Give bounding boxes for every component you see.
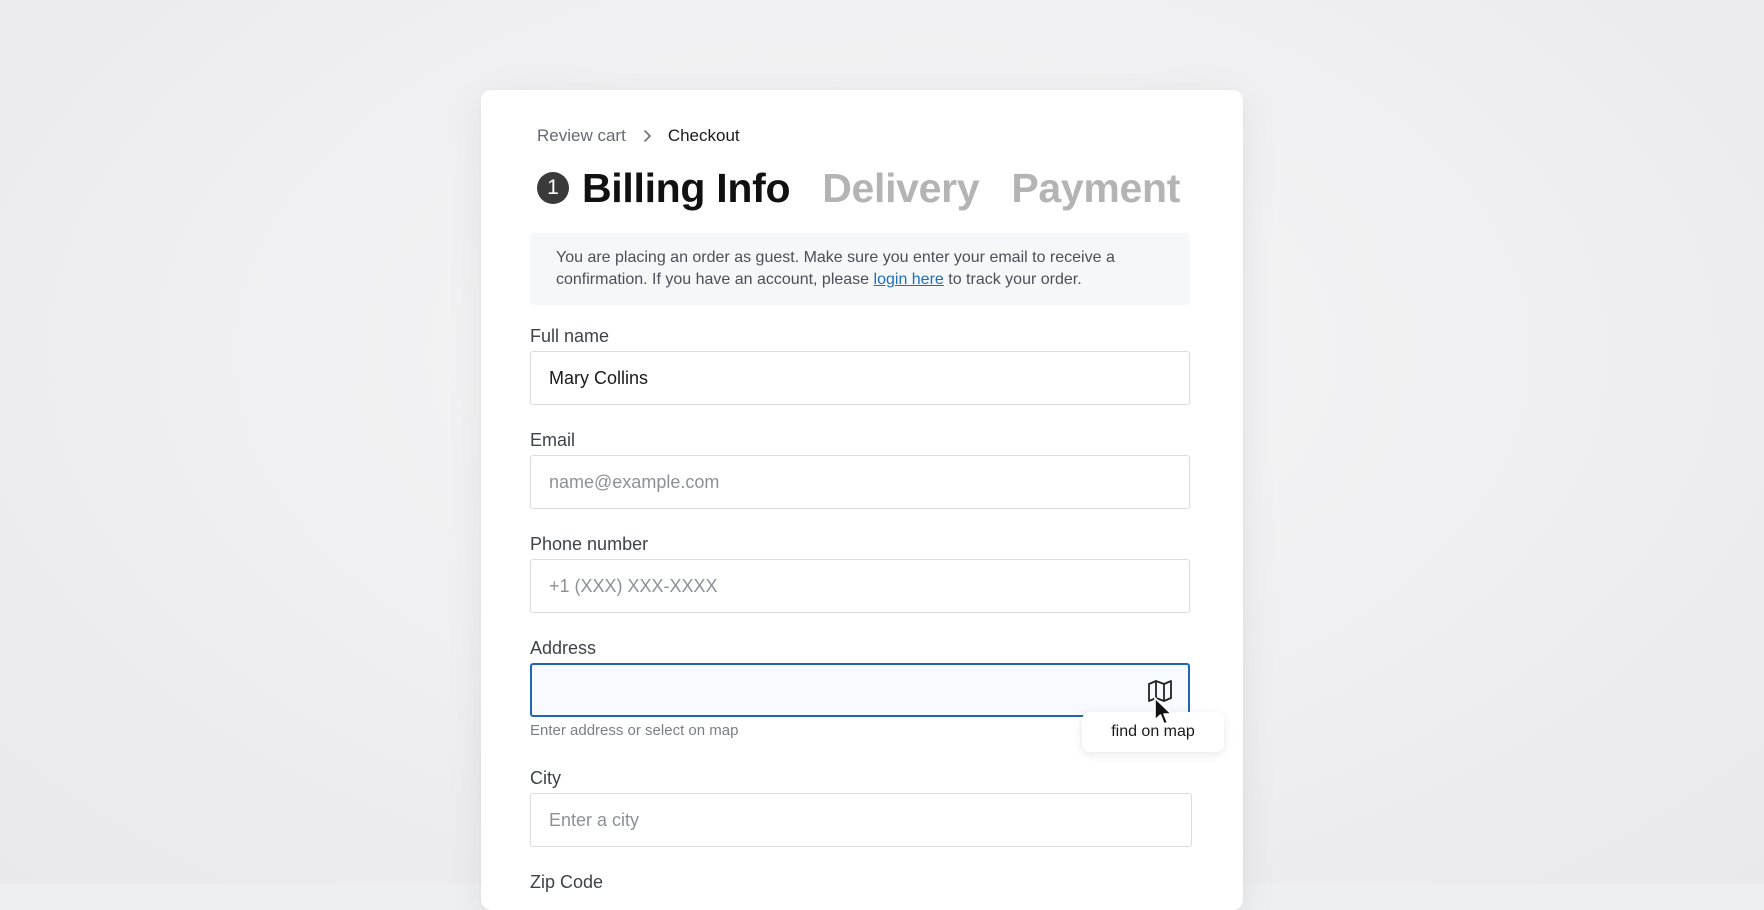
step-payment[interactable]: Payment	[1011, 165, 1180, 212]
full-name-input[interactable]: Mary Collins	[530, 351, 1190, 405]
address-input[interactable]	[530, 663, 1190, 717]
phone-input[interactable]: +1 (XXX) XXX-XXXX	[530, 559, 1190, 613]
breadcrumb-checkout: Checkout	[667, 126, 740, 145]
city-placeholder: Enter a city	[549, 809, 640, 830]
city-label: City	[530, 768, 561, 788]
guest-notice: You are placing an order as guest. Make …	[530, 233, 1190, 305]
zip-code-label: Zip Code	[530, 872, 604, 892]
phone-placeholder: +1 (XXX) XXX-XXXX	[549, 575, 718, 596]
notice-text-after: to track your order.	[943, 271, 1082, 288]
email-input[interactable]: name@example.com	[530, 455, 1190, 509]
phone-label: Phone number	[530, 534, 649, 554]
step-number-badge: 1	[537, 172, 569, 204]
step-billing-info[interactable]: Billing Info	[582, 165, 790, 212]
address-label: Address	[530, 638, 597, 658]
breadcrumb: Review cart Checkout	[537, 126, 740, 146]
mouse-pointer-icon	[1154, 697, 1173, 725]
step-delivery[interactable]: Delivery	[822, 165, 979, 212]
full-name-value: Mary Collins	[549, 367, 649, 388]
chevron-right-icon	[638, 127, 656, 145]
email-label: Email	[530, 430, 576, 450]
full-name-label: Full name	[530, 326, 610, 346]
checkout-card: Review cart Checkout 1 Billing Info Deli…	[481, 90, 1243, 910]
checkout-steps: 1 Billing Info Delivery Payment	[537, 160, 1180, 216]
city-input[interactable]: Enter a city	[530, 793, 1192, 847]
email-placeholder: name@example.com	[549, 471, 720, 492]
address-helper-text: Enter address or select on map	[530, 722, 739, 739]
breadcrumb-review-cart[interactable]: Review cart	[537, 126, 626, 146]
login-link[interactable]: login here	[874, 271, 944, 288]
